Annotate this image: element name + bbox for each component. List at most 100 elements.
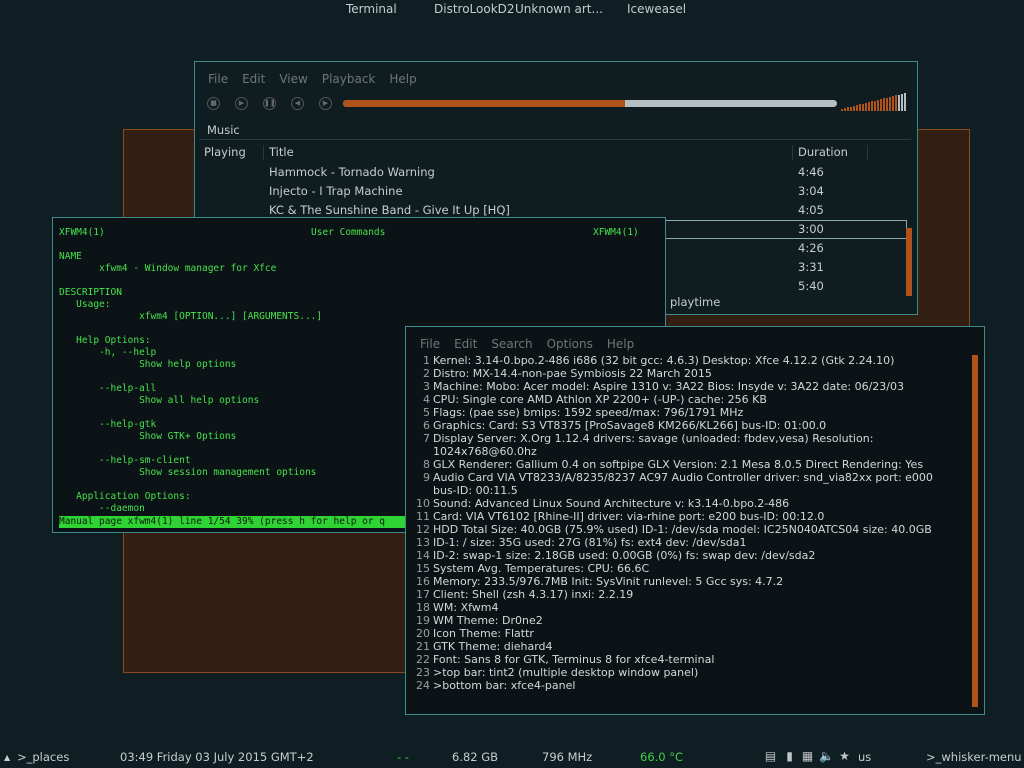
separator-dashes: - - <box>397 750 409 764</box>
column-title[interactable]: Title <box>269 145 294 159</box>
next-icon[interactable]: ▶ <box>319 97 332 110</box>
volume-level-bar <box>895 95 897 111</box>
volume-icon[interactable]: 🔈 <box>819 750 834 763</box>
line-number: 8 <box>423 458 430 471</box>
updates-icon[interactable]: ★ <box>838 750 851 763</box>
track-title[interactable]: KC & The Sunshine Band - Give It Up [HQ] <box>269 203 510 217</box>
terminal-line: 11 Card: VIA VT6102 [Rhine-II] driver: vi… <box>416 510 824 523</box>
man-line: Show session management options <box>59 467 317 478</box>
disk-usage: 6.82 GB <box>452 750 499 764</box>
task-iceweasel[interactable]: Iceweasel <box>627 2 686 16</box>
menu-file[interactable]: File <box>208 72 228 86</box>
line-number: 10 <box>416 497 430 510</box>
terminal-line: 14 ID-2: swap-1 size: 2.18GB used: 0.00GB… <box>416 549 815 562</box>
line-text: Flags: (pae sse) bmips: 1592 speed/max: … <box>433 406 744 419</box>
task-distrolook[interactable]: DistroLookD2 <box>434 2 515 16</box>
man-header-right: XFWM4(1) <box>593 227 639 238</box>
volume-level-bar <box>892 96 894 111</box>
man-line: -h, --help <box>59 347 157 358</box>
track-duration: 4:46 <box>798 165 824 179</box>
man-line: Show GTK+ Options <box>59 431 237 442</box>
keyboard-layout[interactable]: us <box>858 750 871 764</box>
playlist-tab-music[interactable]: Music <box>207 123 240 137</box>
man-line: --daemon <box>59 503 145 514</box>
volume-level-bar <box>904 93 906 111</box>
menu-playback[interactable]: Playback <box>322 72 376 86</box>
clipboard-icon[interactable]: ▤ <box>764 750 777 763</box>
menu-search[interactable]: Search <box>491 337 532 351</box>
column-duration[interactable]: Duration <box>798 145 848 159</box>
line-text: Card: VIA VT6102 [Rhine-II] driver: via-… <box>433 510 825 523</box>
terminal-scrollbar[interactable] <box>972 355 978 707</box>
line-text: Kernel: 3.14-0.bpo.2-486 i686 (32 bit gc… <box>433 354 895 367</box>
line-text: Font: Sans 8 for GTK, Terminus 8 for xfc… <box>433 653 715 666</box>
line-text: HDD Total Size: 40.0GB (75.9% used) ID-1… <box>433 523 932 536</box>
track-title[interactable]: Hammock - Tornado Warning <box>269 165 435 179</box>
line-text: ID-2: swap-1 size: 2.18GB used: 0.00GB (… <box>433 549 816 562</box>
volume-level-bar <box>850 107 852 111</box>
terminal-line: 3 Machine: Mobo: Acer model: Aspire 1310 … <box>416 380 904 393</box>
line-text: 1024x768@60.0hz <box>433 445 537 458</box>
terminal-line: 4 CPU: Single core AMD Athlon XP 2200+ (-… <box>416 393 767 406</box>
top-taskbar: Terminal DistroLookD2 Unknown art... Ice… <box>0 0 1024 22</box>
playlist-scrollbar[interactable] <box>906 228 912 296</box>
volume-level-bar <box>865 103 867 111</box>
line-number: 24 <box>416 679 430 692</box>
battery-icon[interactable]: ▮ <box>783 750 796 763</box>
network-icon[interactable]: ▦ <box>801 750 814 763</box>
man-line: --help-gtk <box>59 419 157 430</box>
terminal-line: 5 Flags: (pae sse) bmips: 1592 speed/max:… <box>416 406 743 419</box>
stop-icon[interactable]: ■ <box>207 97 220 110</box>
terminal-line: 7 Display Server: X.Org 1.12.4 drivers: s… <box>416 432 873 445</box>
man-line: --help-sm-client <box>59 455 191 466</box>
menu-edit[interactable]: Edit <box>454 337 477 351</box>
line-text: >top bar: tint2 (multiple desktop window… <box>433 666 699 679</box>
pause-icon[interactable]: ❚❚ <box>263 97 276 110</box>
seek-bar[interactable] <box>343 100 837 107</box>
terminal-line: 8 GLX Renderer: Gallium 0.4 on softpipe G… <box>416 458 923 471</box>
volume-level-bar <box>856 105 858 111</box>
line-text: GLX Renderer: Gallium 0.4 on softpipe GL… <box>433 458 924 471</box>
terminal-line: 15 System Avg. Temperatures: CPU: 66.6C <box>416 562 649 575</box>
man-line: NAME <box>59 251 82 262</box>
menu-options[interactable]: Options <box>547 337 593 351</box>
volume-meter[interactable] <box>841 93 907 111</box>
line-text: ID-1: / size: 35G used: 27G (81%) fs: ex… <box>433 536 747 549</box>
column-separator <box>792 145 793 160</box>
man-line: DESCRIPTION <box>59 287 122 298</box>
volume-level-bar <box>880 99 882 111</box>
column-playing[interactable]: Playing <box>204 145 246 159</box>
man-line: Show help options <box>59 359 237 370</box>
menu-file[interactable]: File <box>420 337 440 351</box>
man-header-center: User Commands <box>311 227 386 238</box>
player-menubar: File Edit View Playback Help <box>208 72 417 86</box>
whisker-menu-button[interactable]: >_whisker-menu <box>926 750 1022 764</box>
places-arrow-icon[interactable]: ▲ <box>4 753 10 762</box>
track-duration: 4:05 <box>798 203 824 217</box>
volume-level-bar <box>886 98 888 111</box>
places-menu-button[interactable]: >_places <box>17 750 69 764</box>
line-text: Client: Shell (zsh 4.3.17) inxi: 2.2.19 <box>433 588 634 601</box>
menu-help[interactable]: Help <box>607 337 634 351</box>
previous-icon[interactable]: ◀ <box>291 97 304 110</box>
clock[interactable]: 03:49 Friday 03 July 2015 GMT+2 <box>120 750 314 764</box>
menu-help[interactable]: Help <box>389 72 416 86</box>
line-text: WM Theme: Dr0ne2 <box>433 614 543 627</box>
cpu-temperature: 66.0 °C <box>640 750 684 764</box>
system-info-terminal-window[interactable]: File Edit Search Options Help 1 Kernel: 3… <box>405 326 985 715</box>
playtime-label: playtime <box>670 295 721 309</box>
line-text: Display Server: X.Org 1.12.4 drivers: sa… <box>433 432 874 445</box>
man-line: xfwm4 [OPTION...] [ARGUMENTS...] <box>59 311 323 322</box>
line-text: >bottom bar: xfce4-panel <box>433 679 576 692</box>
line-number: 22 <box>416 653 430 666</box>
line-text: Audio Card VIA VT8233/A/8235/8237 AC97 A… <box>433 471 933 484</box>
line-number: 12 <box>416 523 430 536</box>
track-duration: 4:26 <box>798 241 824 255</box>
play-icon[interactable]: ▶ <box>235 97 248 110</box>
volume-level-bar <box>841 109 843 111</box>
menu-edit[interactable]: Edit <box>242 72 265 86</box>
task-terminal[interactable]: Terminal <box>346 2 397 16</box>
task-unknown-art[interactable]: Unknown art... <box>515 2 603 16</box>
track-title[interactable]: Injecto - I Trap Machine <box>269 184 403 198</box>
menu-view[interactable]: View <box>279 72 307 86</box>
